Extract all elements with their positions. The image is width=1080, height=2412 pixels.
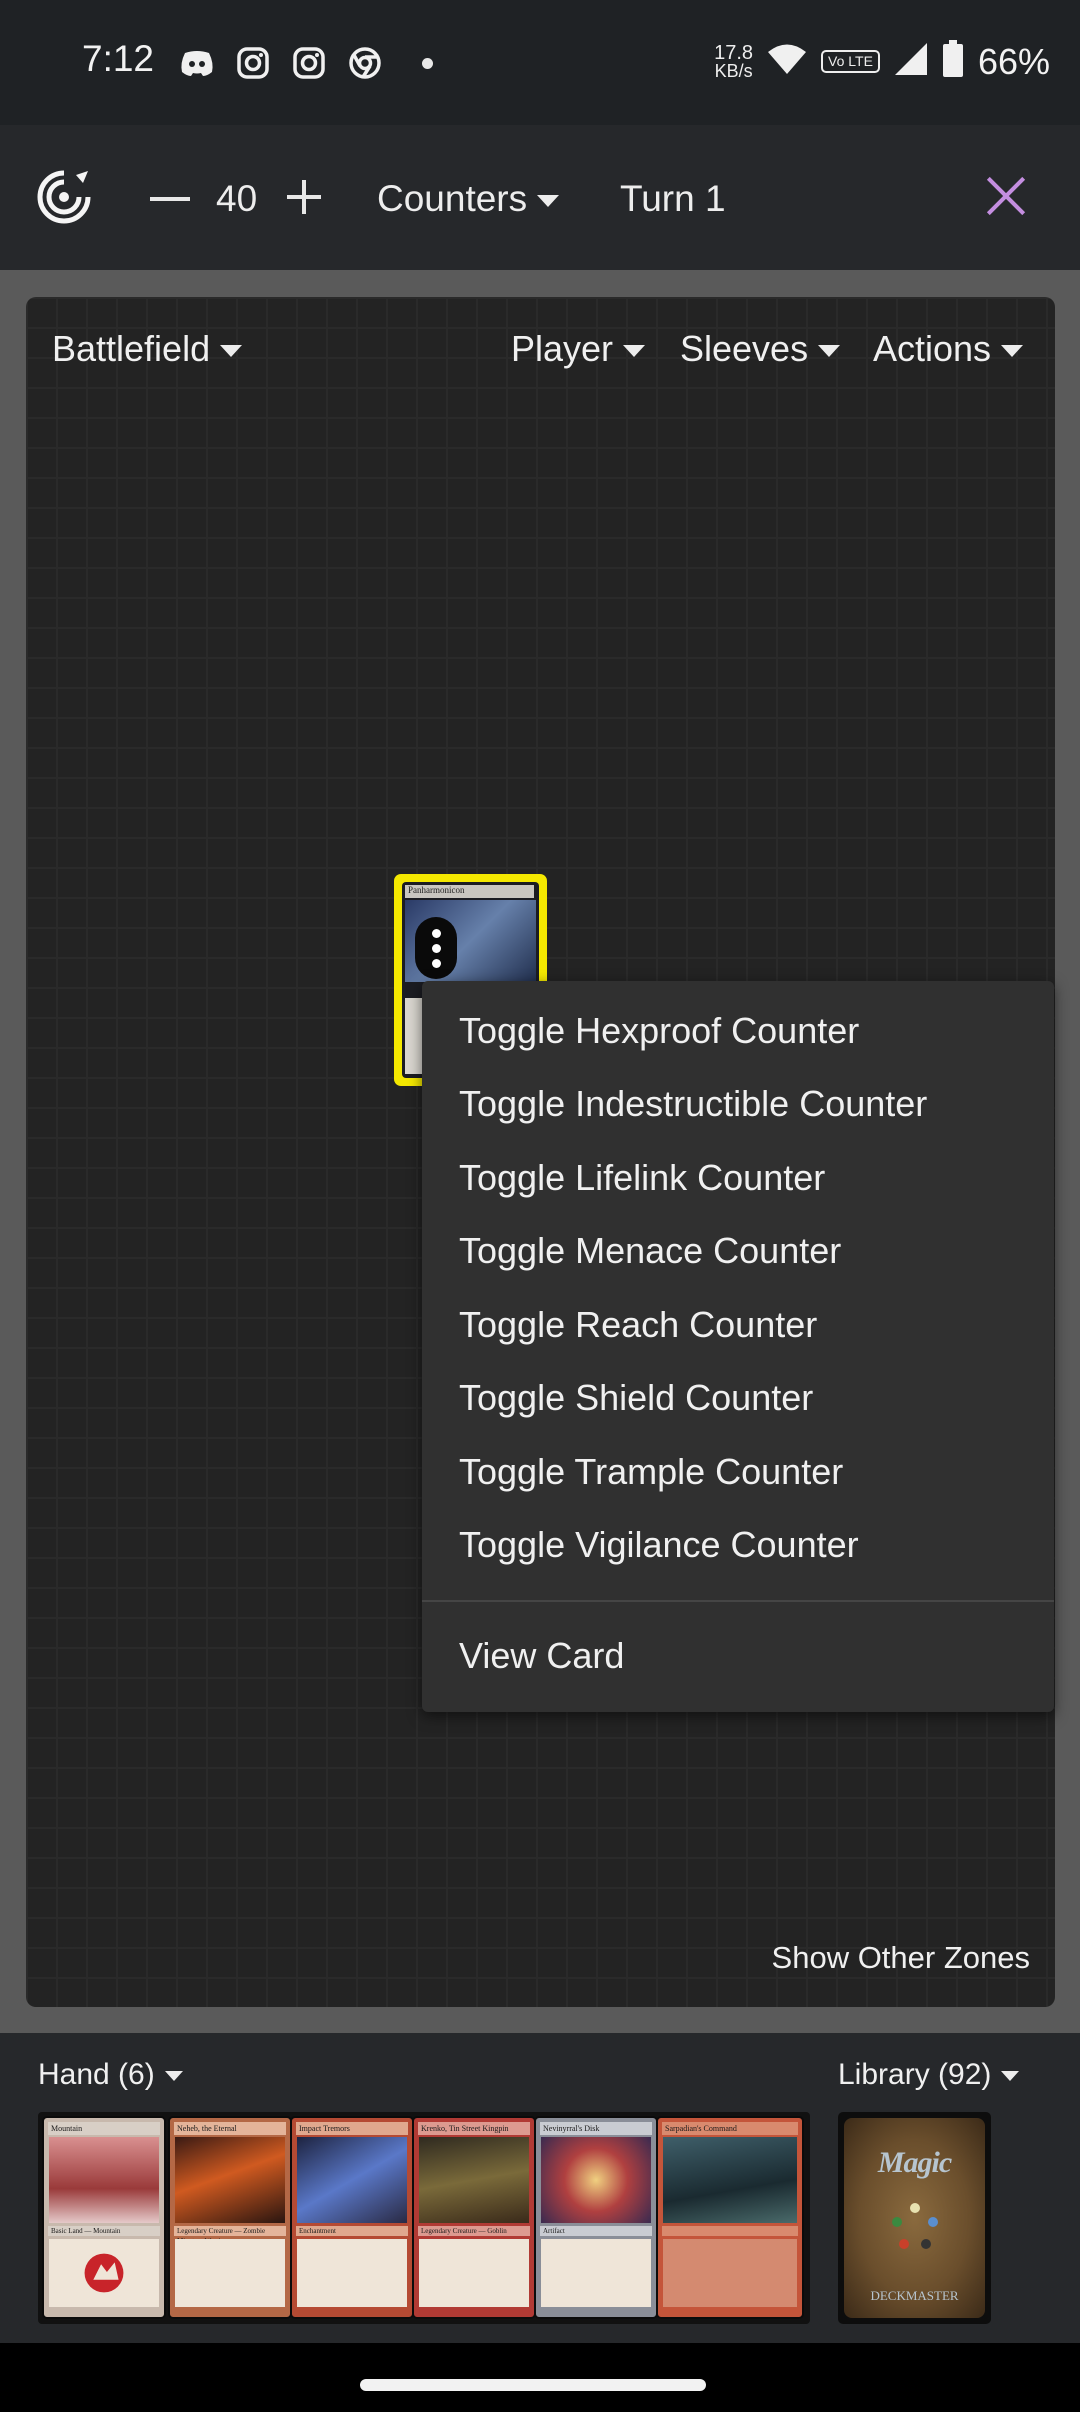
discord-icon <box>178 44 216 82</box>
menu-item-toggle-menace[interactable]: Toggle Menace Counter <box>459 1230 841 1272</box>
mana-symbols-icon <box>892 2203 938 2249</box>
card-back: Magic DECKMASTER <box>844 2118 985 2318</box>
menu-item-toggle-lifelink[interactable]: Toggle Lifelink Counter <box>459 1157 825 1199</box>
player-label: Player <box>511 328 614 369</box>
life-decrease-button[interactable] <box>150 197 190 201</box>
hand-card[interactable]: Mountain Basic Land — Mountain <box>42 2116 166 2319</box>
hand-cards: Mountain Basic Land — Mountain Neheb, th… <box>38 2112 810 2324</box>
menu-item-view-card[interactable]: View Card <box>459 1635 624 1677</box>
app-logo-icon[interactable] <box>36 169 92 225</box>
hand-label: Hand (6) <box>38 2058 155 2091</box>
hand-card[interactable]: Nevinyrral's Disk Artifact <box>534 2116 658 2319</box>
hand-card[interactable]: Neheb, the Eternal Legendary Creature — … <box>168 2116 292 2319</box>
player-dropdown[interactable]: Player <box>511 328 646 370</box>
menu-item-toggle-reach[interactable]: Toggle Reach Counter <box>459 1304 817 1346</box>
life-total: 40 <box>216 178 258 219</box>
close-icon[interactable] <box>985 175 1027 217</box>
wifi-icon <box>767 43 807 80</box>
counters-label: Counters <box>377 178 528 219</box>
library-label: Library (92) <box>838 2058 992 2091</box>
hand-card[interactable]: Impact Tremors Enchantment <box>290 2116 414 2319</box>
sleeves-label: Sleeves <box>680 328 809 369</box>
instagram-icon <box>234 44 272 82</box>
card-options-button[interactable] <box>415 917 457 979</box>
instagram-icon <box>290 44 328 82</box>
turn-indicator[interactable]: Turn 1 <box>620 178 726 220</box>
card-context-menu: Toggle Hexproof Counter Toggle Indestruc… <box>422 981 1054 1712</box>
actions-dropdown[interactable]: Actions <box>873 328 1024 370</box>
chevron-down-icon <box>818 345 841 358</box>
more-vertical-icon <box>431 928 441 938</box>
status-time: 7:12 <box>82 38 155 79</box>
notification-icons <box>178 44 433 82</box>
system-icons: 17.8 KB/s Vo LTE 66% <box>714 40 1050 83</box>
status-bar: 7:12 17.8 KB/s Vo LTE 66% <box>0 0 1080 125</box>
actions-label: Actions <box>873 328 992 369</box>
sleeves-dropdown[interactable]: Sleeves <box>680 328 841 370</box>
zone-dropdown[interactable]: Battlefield <box>52 328 243 370</box>
card-title: Panharmonicon <box>405 885 534 898</box>
battery-icon <box>942 40 964 83</box>
library-dropdown[interactable]: Library (92) <box>838 2058 1020 2092</box>
menu-divider <box>422 1600 1054 1602</box>
navigation-bar <box>0 2343 1080 2412</box>
menu-item-toggle-vigilance[interactable]: Toggle Vigilance Counter <box>459 1524 859 1566</box>
hand-dropdown[interactable]: Hand (6) <box>38 2058 183 2092</box>
chevron-down-icon <box>1001 345 1024 358</box>
home-gesture-bar[interactable] <box>360 2379 706 2391</box>
menu-item-toggle-trample[interactable]: Toggle Trample Counter <box>459 1451 843 1493</box>
show-other-zones-button[interactable]: Show Other Zones <box>772 1940 1030 1976</box>
chevron-down-icon <box>623 345 646 358</box>
chevron-down-icon <box>537 195 560 208</box>
cell-signal-icon <box>894 42 928 81</box>
card-back-footer: DECKMASTER <box>870 2288 959 2303</box>
library-pile[interactable]: Magic DECKMASTER <box>838 2112 991 2324</box>
counters-dropdown[interactable]: Counters <box>377 178 560 220</box>
battery-percent: 66% <box>977 40 1050 82</box>
chrome-icon <box>346 44 384 82</box>
zone-label: Battlefield <box>52 328 211 369</box>
network-speed: 17.8 KB/s <box>714 41 754 81</box>
chevron-down-icon <box>1001 2071 1020 2082</box>
hand-card[interactable]: Sarpadian's Command <box>656 2116 804 2319</box>
menu-item-toggle-hexproof[interactable]: Toggle Hexproof Counter <box>459 1010 859 1052</box>
card-back-logo: Magic <box>877 2146 952 2179</box>
menu-item-toggle-shield[interactable]: Toggle Shield Counter <box>459 1377 813 1419</box>
chevron-down-icon <box>164 2071 183 2082</box>
chevron-down-icon <box>220 345 243 358</box>
menu-item-toggle-indestructible[interactable]: Toggle Indestructible Counter <box>459 1083 927 1125</box>
notification-dot-icon <box>422 57 433 69</box>
hand-card[interactable]: Krenko, Tin Street Kingpin Legendary Cre… <box>412 2116 536 2319</box>
volte-badge: Vo LTE <box>821 50 880 73</box>
